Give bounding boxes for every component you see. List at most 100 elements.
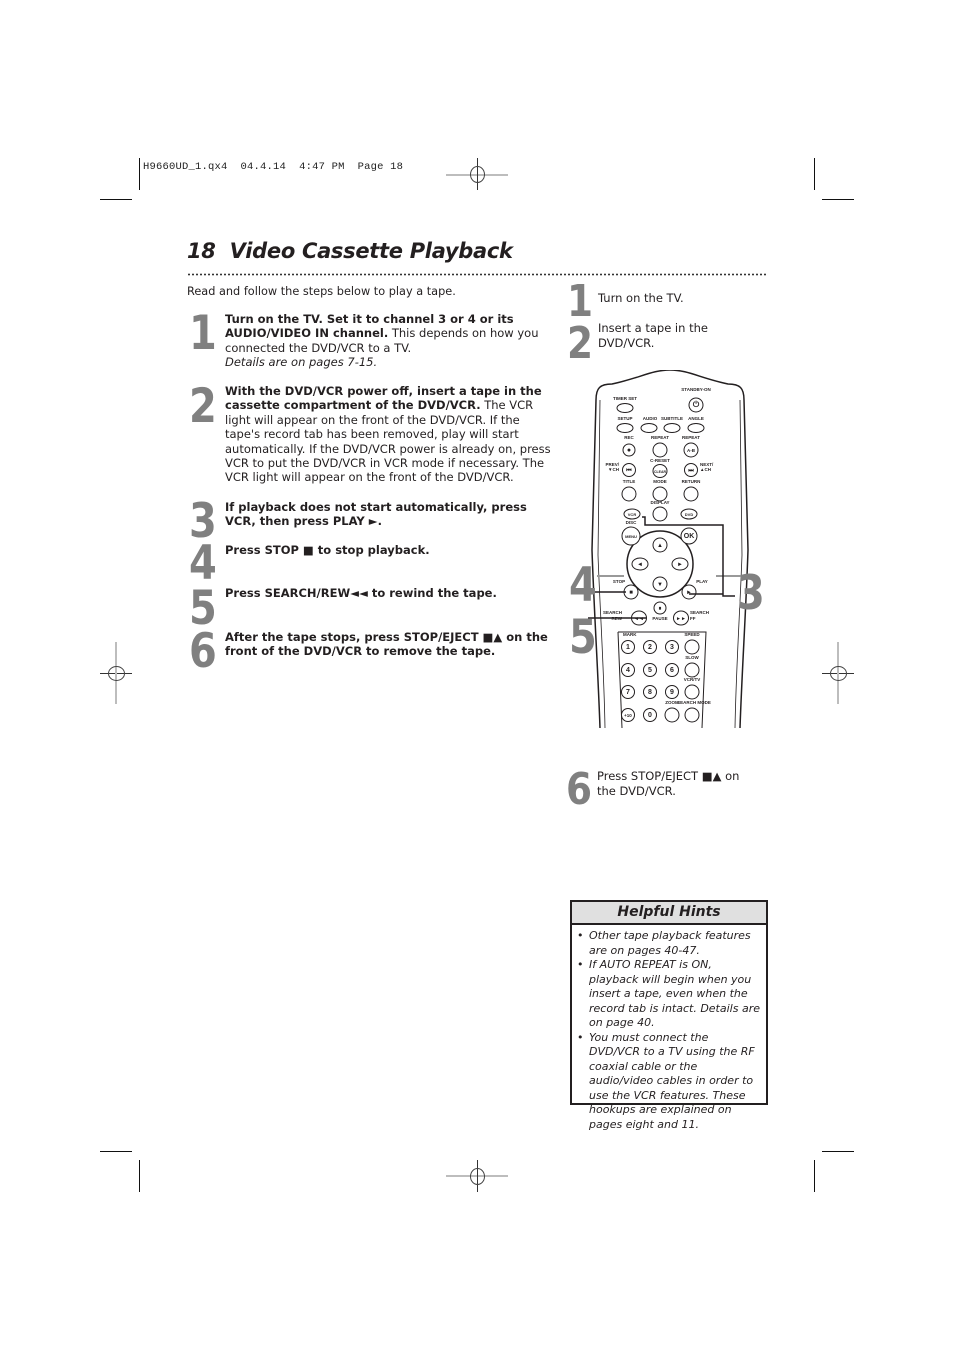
search-mode-button[interactable] bbox=[684, 707, 700, 723]
dvd-button[interactable]: DVD bbox=[680, 508, 698, 520]
page-title-text: Video Cassette Playback bbox=[229, 239, 513, 263]
crop-mark bbox=[100, 1151, 132, 1152]
slug-time: 4:47 PM bbox=[299, 161, 345, 173]
skip-forward-icon: ⏭ bbox=[688, 468, 694, 474]
down-button[interactable]: ▼ bbox=[652, 576, 668, 592]
hints-list: Other tape playback features are on page… bbox=[572, 929, 766, 1132]
label-search_rew: SEARCH bbox=[603, 610, 622, 615]
digit-button-5[interactable]: 5 bbox=[643, 663, 657, 677]
display-button[interactable] bbox=[652, 506, 668, 522]
label-speed: SPEED bbox=[684, 632, 700, 637]
subtitle-button[interactable] bbox=[663, 423, 681, 433]
digit-button-4[interactable]: 4 bbox=[621, 663, 635, 677]
slug-date: 04.4.14 bbox=[240, 161, 287, 173]
dvd-label: DVD bbox=[685, 512, 694, 517]
label-subtitle: SUBTITLE bbox=[661, 416, 683, 421]
timer-set-button[interactable] bbox=[616, 403, 634, 413]
digit-label: 4 bbox=[626, 667, 630, 674]
rec-button[interactable]: ● bbox=[622, 443, 636, 457]
crop-mark bbox=[100, 199, 132, 200]
play-button[interactable]: ► bbox=[681, 584, 697, 600]
stop-icon: ■ bbox=[629, 590, 633, 596]
label-ch_up: ▲CH bbox=[700, 467, 711, 472]
pause-button[interactable]: ⏸ bbox=[653, 601, 667, 615]
vcr-tv-button[interactable] bbox=[684, 684, 700, 700]
step-text: Press STOP ■ to stop playback. bbox=[225, 543, 555, 557]
digit-button-0[interactable]: 0 bbox=[643, 708, 657, 722]
digit-button-6[interactable]: 6 bbox=[665, 663, 679, 677]
setup-button[interactable] bbox=[616, 423, 634, 433]
digit-button-1[interactable]: 1 bbox=[621, 640, 635, 654]
menu-label: MENU bbox=[625, 534, 637, 539]
speed-button[interactable] bbox=[684, 639, 700, 655]
label-repeat: REPEAT bbox=[651, 435, 669, 440]
standby-button[interactable]: ⏻ bbox=[688, 397, 704, 413]
label-vcrtv: VCR/TV bbox=[684, 677, 701, 682]
pause-icon: ⏸ bbox=[658, 606, 661, 612]
step-instruction: After the tape stops, press STOP/EJECT ■… bbox=[225, 630, 548, 659]
digit-label: 5 bbox=[648, 667, 652, 674]
arrow-right-icon: ► bbox=[677, 562, 683, 568]
digit-button-3[interactable]: 3 bbox=[665, 640, 679, 654]
step-text: Turn on the TV. Set it to channel 3 or 4… bbox=[225, 312, 555, 370]
callout-number-play: 3 bbox=[737, 566, 765, 621]
label-stop: STOP bbox=[613, 579, 625, 584]
menu-button[interactable]: MENU bbox=[621, 526, 641, 546]
hint-item: Other tape playback features are on page… bbox=[577, 929, 762, 958]
clear-button[interactable]: CLEAR bbox=[652, 464, 668, 478]
record-icon: ● bbox=[627, 447, 631, 454]
helpful-hints-box: Helpful Hints Other tape playback featur… bbox=[570, 900, 768, 1131]
power-icon: ⏻ bbox=[693, 400, 700, 409]
label-repeat_ab: REPEAT bbox=[682, 435, 700, 440]
step-text: If playback does not start automatically… bbox=[225, 500, 555, 529]
mode-button[interactable] bbox=[652, 486, 668, 502]
audio-button[interactable] bbox=[640, 423, 658, 433]
step-instruction: If playback does not start automatically… bbox=[225, 500, 527, 529]
digit-button-9[interactable]: 9 bbox=[665, 685, 679, 699]
prev-button[interactable]: ⏮ bbox=[622, 463, 636, 477]
label-audio: AUDIO bbox=[643, 416, 658, 421]
step-reference: Details are on pages 7-15. bbox=[225, 355, 378, 370]
label-rec: REC bbox=[624, 435, 634, 440]
digit-button-7[interactable]: 7 bbox=[621, 685, 635, 699]
repeat-ab-button[interactable]: A-B bbox=[683, 442, 699, 458]
play-icon: ► bbox=[686, 590, 692, 596]
step-text: After the tape stops, press STOP/EJECT ■… bbox=[225, 630, 555, 659]
repeat-button[interactable] bbox=[652, 442, 668, 458]
vcr-button[interactable]: VCR bbox=[623, 508, 641, 520]
skip-back-icon: ⏮ bbox=[626, 468, 632, 474]
quick-step-text: Turn on the TV. bbox=[598, 291, 684, 305]
crop-mark bbox=[139, 158, 140, 190]
slug-file: H9660UD_1.qx4 bbox=[143, 161, 228, 173]
label-ff: FF bbox=[690, 616, 696, 621]
label-standby: STANDBY-ON bbox=[681, 387, 710, 392]
next-button[interactable]: ⏭ bbox=[684, 463, 698, 477]
right-button[interactable]: ► bbox=[671, 557, 689, 571]
left-button[interactable]: ◄ bbox=[631, 557, 649, 571]
zoom-button[interactable] bbox=[664, 707, 680, 723]
label-search_mode: SEARCH MODE bbox=[677, 700, 711, 705]
registration-mark-bottom bbox=[446, 1160, 508, 1192]
fast-forward-button[interactable]: ►► bbox=[673, 610, 689, 626]
digit-button-+10[interactable]: +10 bbox=[621, 708, 635, 722]
step-text: Press SEARCH/REW◄◄ to rewind the tape. bbox=[225, 586, 555, 600]
slug-page: Page 18 bbox=[357, 161, 404, 173]
label-angle: ANGLE bbox=[688, 416, 704, 421]
digit-button-2[interactable]: 2 bbox=[643, 640, 657, 654]
digit-button-8[interactable]: 8 bbox=[643, 685, 657, 699]
quick-step-text: Insert a tape in the DVD/VCR. bbox=[598, 321, 708, 350]
crop-mark bbox=[822, 1151, 854, 1152]
angle-button[interactable] bbox=[687, 423, 705, 433]
return-button[interactable] bbox=[683, 486, 699, 502]
callout-number-rewind: 5 bbox=[569, 610, 597, 665]
step-number: 4 bbox=[189, 536, 217, 591]
vcr-label: VCR bbox=[628, 512, 637, 517]
up-button[interactable]: ▲ bbox=[652, 537, 668, 553]
slow-button[interactable] bbox=[684, 662, 700, 678]
label-search_ff: SEARCH bbox=[690, 610, 709, 615]
label-mode: MODE bbox=[653, 479, 667, 484]
stop-button[interactable]: ■ bbox=[623, 584, 639, 600]
rewind-icon: ◄◄ bbox=[634, 616, 644, 622]
ok-button[interactable]: OK bbox=[680, 527, 698, 545]
title-button[interactable] bbox=[621, 486, 637, 502]
